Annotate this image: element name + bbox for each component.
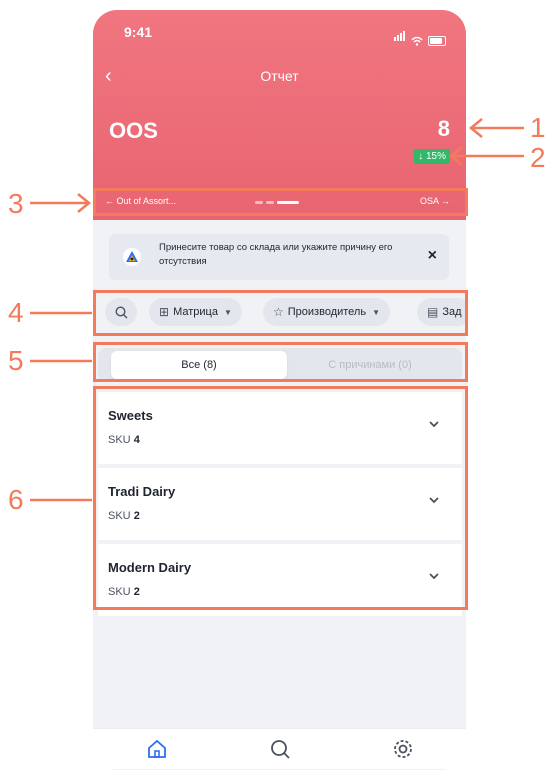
callout-number: 5 — [8, 345, 24, 376]
callout-number: 1 — [530, 112, 546, 143]
callout-number: 2 — [530, 142, 546, 173]
callout-number: 3 — [8, 188, 24, 219]
callout-number: 4 — [8, 297, 24, 328]
callout-number: 6 — [8, 484, 24, 515]
callout-arrows — [30, 118, 524, 502]
